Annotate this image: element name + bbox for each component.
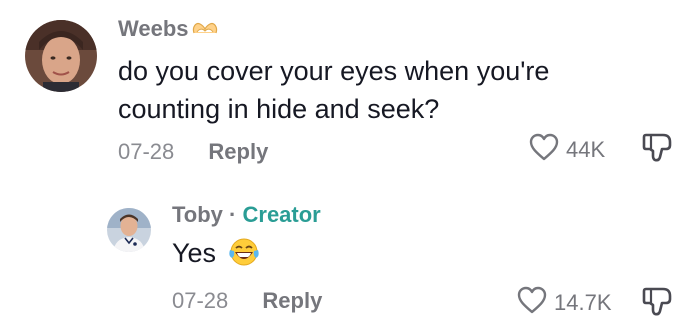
creator-badge: Creator [242, 202, 321, 227]
like-button[interactable]: 44K [528, 132, 605, 168]
thumbs-down-icon [641, 285, 675, 324]
comment-meta: 07-28 Reply [172, 287, 322, 315]
thumbs-down-icon [641, 131, 675, 170]
dislike-button[interactable] [641, 285, 675, 324]
heart-outline-icon [516, 285, 548, 321]
comment-username[interactable]: Toby · Creator [172, 202, 321, 228]
heart-outline-icon [528, 132, 560, 168]
comment-username[interactable]: Weebs [118, 16, 219, 43]
like-count: 44K [566, 137, 606, 162]
reply-button[interactable]: Reply [208, 139, 268, 164]
comment-date: 07-28 [118, 139, 175, 164]
comment-text: Yes [172, 235, 260, 277]
username-text[interactable]: Weebs [118, 16, 189, 41]
dislike-button[interactable] [641, 131, 675, 170]
like-count: 14.7K [554, 290, 612, 315]
comment-date: 07-28 [172, 288, 229, 313]
heart-hands-icon [191, 17, 219, 43]
comment-meta: 07-28 Reply [118, 138, 268, 166]
comment-text-line: do you cover your eyes when you're [118, 56, 550, 86]
reply-button[interactable]: Reply [262, 288, 322, 313]
username-text[interactable]: Toby [172, 202, 223, 227]
avatar[interactable] [107, 208, 151, 252]
comment-text: do you cover your eyes when you're count… [118, 52, 678, 128]
like-button[interactable]: 14.7K [516, 285, 612, 321]
comment-item: Weebs do you cover your eyes when you're… [0, 0, 700, 190]
comment-text-content: Yes [172, 238, 217, 268]
comment-reply-item: Toby · Creator Yes 07-28 Reply 14.7K [0, 190, 700, 332]
laughing-tears-icon [228, 236, 260, 277]
avatar[interactable] [25, 20, 97, 92]
comment-text-line: counting in hide and seek? [118, 94, 440, 124]
username-separator: · [229, 202, 237, 227]
